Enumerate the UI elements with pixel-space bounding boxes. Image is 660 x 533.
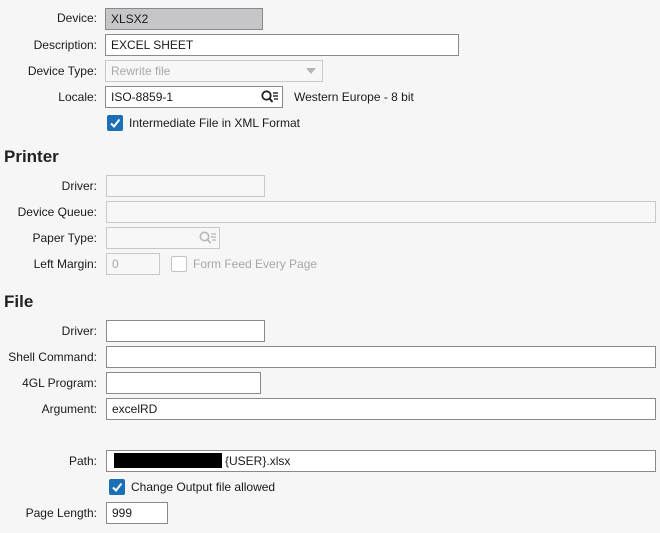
printer-driver-field[interactable]: [106, 175, 265, 197]
description-label: Description:: [33, 38, 97, 52]
device-field: XLSX2: [105, 8, 263, 30]
argument-label: Argument:: [41, 402, 97, 416]
checkmark-icon: [112, 482, 123, 493]
file-driver-field[interactable]: [106, 320, 265, 342]
path-value: {USER}.xlsx: [225, 454, 291, 468]
paper-type-label: Paper Type:: [32, 231, 98, 245]
device-type-select[interactable]: Rewrite file: [105, 60, 323, 82]
file-heading: File: [4, 292, 34, 311]
locale-label: Locale:: [58, 90, 97, 104]
shell-command-field[interactable]: [106, 346, 656, 368]
change-output-checkbox[interactable]: [109, 479, 125, 495]
locale-field[interactable]: ISO-8859-1: [105, 86, 283, 108]
printer-driver-label: Driver:: [61, 179, 97, 193]
device-type-label: Device Type:: [27, 64, 97, 78]
shell-command-label: Shell Command:: [8, 350, 97, 364]
device-type-value: Rewrite file: [111, 64, 171, 78]
form-feed-checkbox[interactable]: [171, 256, 187, 272]
printer-heading: Printer: [4, 147, 59, 166]
change-output-label: Change Output file allowed: [131, 480, 276, 494]
redaction-bar: [114, 453, 222, 468]
locale-description: Western Europe - 8 bit: [294, 90, 414, 104]
lookup-icon[interactable]: [261, 90, 279, 104]
left-margin-label: Left Margin:: [33, 257, 97, 271]
chevron-down-icon: [306, 68, 316, 74]
locale-value: ISO-8859-1: [111, 90, 174, 104]
device-queue-field[interactable]: [106, 201, 656, 223]
description-field[interactable]: EXCEL SHEET: [105, 34, 459, 56]
device-queue-label: Device Queue:: [17, 205, 97, 219]
argument-field[interactable]: excelRD: [106, 398, 656, 420]
program-4gl-label: 4GL Program:: [22, 376, 97, 390]
file-driver-label: Driver:: [61, 324, 97, 338]
xml-format-checkbox[interactable]: [107, 115, 123, 131]
xml-format-label: Intermediate File in XML Format: [129, 116, 300, 130]
form-feed-label: Form Feed Every Page: [193, 257, 318, 271]
lookup-icon[interactable]: [199, 231, 217, 245]
path-label: Path:: [68, 454, 97, 468]
left-margin-field[interactable]: 0: [106, 253, 160, 275]
checkmark-icon: [110, 118, 121, 129]
page-length-label: Page Length:: [25, 506, 97, 520]
page-length-field[interactable]: 999: [106, 502, 168, 524]
program-4gl-field[interactable]: [106, 372, 261, 394]
device-label: Device:: [56, 11, 97, 25]
